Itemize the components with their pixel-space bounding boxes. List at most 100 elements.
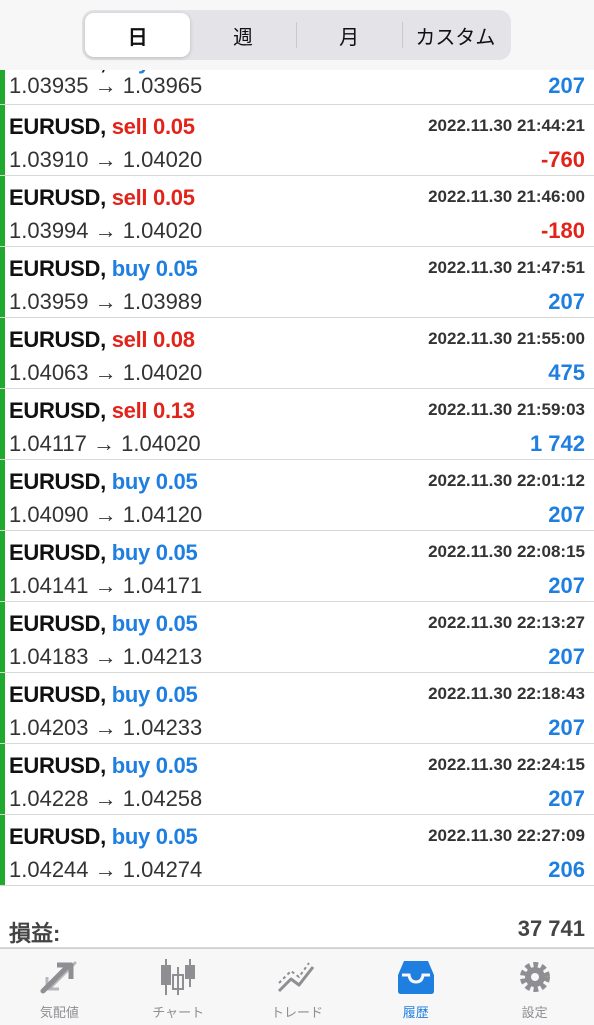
trade-row[interactable]: EURUSD, buy 0.05 2022.11.30 22:18:43 1.042… <box>0 673 594 744</box>
trade-row[interactable]: EURUSD, sell 0.08 2022.11.30 21:55:00 1.04… <box>0 318 594 389</box>
profit-total: 37 741 <box>517 916 585 941</box>
trade-symbol: EURUSD, buy 0.05 <box>9 611 198 637</box>
trade-row[interactable]: EURUSD, buy 0.05 2022.11.30 22:08:15 1.041… <box>0 531 594 602</box>
trade-time: 2022.11.30 22:08:15 <box>428 542 585 561</box>
trade-time: 2022.11.30 21:44:21 <box>428 116 585 135</box>
trade-prices: 1.03910 → 1.04020 <box>9 147 203 172</box>
trade-prices: 1.04117 → 1.04020 <box>9 431 201 456</box>
trade-symbol: EURUSD, sell 0.13 <box>9 398 195 424</box>
chart-icon <box>161 959 196 995</box>
trade-side: buy 0.05 <box>111 611 198 636</box>
trade-time: 2022.11.30 21:46:00 <box>428 187 585 206</box>
trade-time: 2022.11.30 22:01:12 <box>428 471 585 490</box>
trade-time: 2022.11.30 21:55:00 <box>428 329 585 348</box>
trade-profit: -180 <box>540 218 585 243</box>
trade-profit: 207 <box>548 502 585 527</box>
tab-label: 設定 <box>521 1005 548 1020</box>
trade-time: 2022.11.30 21:59:03 <box>428 400 585 419</box>
tab-label: 履歴 <box>402 1005 429 1020</box>
symbol-text: EURUSD, <box>9 398 106 423</box>
trade-side: buy 0.05 <box>111 824 198 849</box>
trade-profit: 475 <box>548 360 585 385</box>
trade-prices: 1.04090 → 1.04120 <box>9 502 203 527</box>
trade-side: buy 0.05 <box>111 256 198 281</box>
tab-settings[interactable]: 設定 <box>475 949 594 1025</box>
trade-profit: 206 <box>548 857 585 882</box>
trade-symbol: EURUSD, buy 0.05 <box>9 824 198 850</box>
segment-custom[interactable]: カスタム <box>403 13 508 57</box>
trade-row[interactable]: EURUSD, buy 0.05 2022.11.30 22:27:09 1.042… <box>0 815 594 886</box>
period-segmented-control: 日 週 月 カスタム <box>82 10 511 60</box>
tab-history[interactable]: 履歴 <box>356 949 475 1025</box>
trade-prices: 1.03994 → 1.04020 <box>9 218 203 243</box>
trade-prices: 1.03935 → 1.03965 <box>9 73 203 98</box>
symbol-text: EURUSD, <box>9 824 106 849</box>
trade-profit: 207 <box>548 73 585 98</box>
trade-symbol: EURUSD, sell 0.05 <box>9 185 195 211</box>
trade-time: 2022.11.30 22:24:15 <box>428 755 585 774</box>
trade-row[interactable]: EURUSD, sell 0.05 2022.11.30 21:46:00 1.03… <box>0 176 594 247</box>
trade-row[interactable]: EURUSD, buy 0.05 2022.11.30 22:01:12 1.040… <box>0 460 594 531</box>
tab-quotes[interactable]: 気配値 <box>0 949 119 1025</box>
trade-side: buy 0.05 <box>111 682 198 707</box>
trade-time: 2022.11.30 21:47:51 <box>428 258 585 277</box>
tab-trade[interactable]: トレード <box>238 949 357 1025</box>
quotes-icon <box>40 961 77 994</box>
trade-side: buy 0.05 <box>111 540 198 565</box>
trade-row[interactable]: EURUSD, buy 0.05 2022.11.30 22:13:27 1.041… <box>0 602 594 673</box>
trade-side: sell 0.05 <box>111 185 195 210</box>
trade-side: sell 0.13 <box>111 398 195 423</box>
symbol-text: EURUSD, <box>9 540 106 565</box>
trade-symbol: EURUSD, buy 0.05 <box>9 682 198 708</box>
trade-side: sell 0.08 <box>111 327 195 352</box>
segment-month[interactable]: 月 <box>297 13 402 57</box>
trade-profit: 207 <box>548 573 585 598</box>
trade-profit: 207 <box>548 715 585 740</box>
trade-side: buy 0.05 <box>111 753 198 778</box>
trade-prices: 1.04141 → 1.04171 <box>9 573 203 598</box>
trade-profit: -760 <box>540 147 585 172</box>
trade-profit: 1 742 <box>529 431 585 456</box>
trade-time: 2022.11.30 22:27:09 <box>428 826 585 845</box>
trade-prices: 1.04203 → 1.04233 <box>9 715 203 740</box>
symbol-text: EURUSD, <box>9 469 106 494</box>
trade-profit: 207 <box>548 644 585 669</box>
segment-week[interactable]: 週 <box>190 13 295 57</box>
trade-row[interactable]: EURUSD, buy 0.05 2022.11.30 21:47:51 1.039… <box>0 247 594 318</box>
symbol-text: EURUSD, <box>9 753 106 778</box>
trade-row[interactable]: EURUSD, buy 0.05 2022.11.30 22:24:15 1.042… <box>0 744 594 815</box>
trade-profit: 207 <box>548 786 585 811</box>
trade-history-list: EURUSD, buy 0.052022.11.30 21:43:201.039… <box>0 49 594 886</box>
symbol-text: EURUSD, <box>9 114 106 139</box>
trade-symbol: EURUSD, buy 0.05 <box>9 753 198 779</box>
trade-prices: 1.04063 → 1.04020 <box>9 360 203 385</box>
settings-icon <box>519 962 550 992</box>
trade-symbol: EURUSD, buy 0.05 <box>9 540 198 566</box>
trade-profit: 207 <box>548 289 585 314</box>
trade-side: sell 0.05 <box>111 114 195 139</box>
tab-bar: 気配値 チャート トレード 履歴 設定 <box>0 948 594 1025</box>
trade-row[interactable]: EURUSD, sell 0.05 2022.11.30 21:44:21 1.03… <box>0 105 594 176</box>
trade-side: buy 0.05 <box>111 469 198 494</box>
history-icon <box>397 961 434 994</box>
segment-day[interactable]: 日 <box>85 13 191 57</box>
tab-label: トレード <box>270 1005 323 1020</box>
symbol-text: EURUSD, <box>9 185 106 210</box>
profit-summary: 損益: 37 741 <box>0 908 594 948</box>
tab-chart[interactable]: チャート <box>119 949 238 1025</box>
profit-label: 損益: <box>9 921 61 946</box>
trade-time: 2022.11.30 22:13:27 <box>428 613 585 632</box>
symbol-text: EURUSD, <box>9 256 106 281</box>
symbol-text: EURUSD, <box>9 611 106 636</box>
trade-time: 2022.11.30 22:18:43 <box>428 684 585 703</box>
trade-prices: 1.04183 → 1.04213 <box>9 644 203 669</box>
trade-icon <box>277 962 315 993</box>
top-bar: 日 週 月 カスタム <box>0 0 594 70</box>
trade-symbol: EURUSD, buy 0.05 <box>9 469 198 495</box>
trade-symbol: EURUSD, buy 0.05 <box>9 256 198 282</box>
trade-prices: 1.04244 → 1.04274 <box>9 857 203 882</box>
symbol-text: EURUSD, <box>9 327 106 352</box>
trade-row[interactable]: EURUSD, sell 0.13 2022.11.30 21:59:03 1.04… <box>0 389 594 460</box>
tab-label: チャート <box>152 1005 205 1020</box>
tab-label: 気配値 <box>39 1005 79 1020</box>
